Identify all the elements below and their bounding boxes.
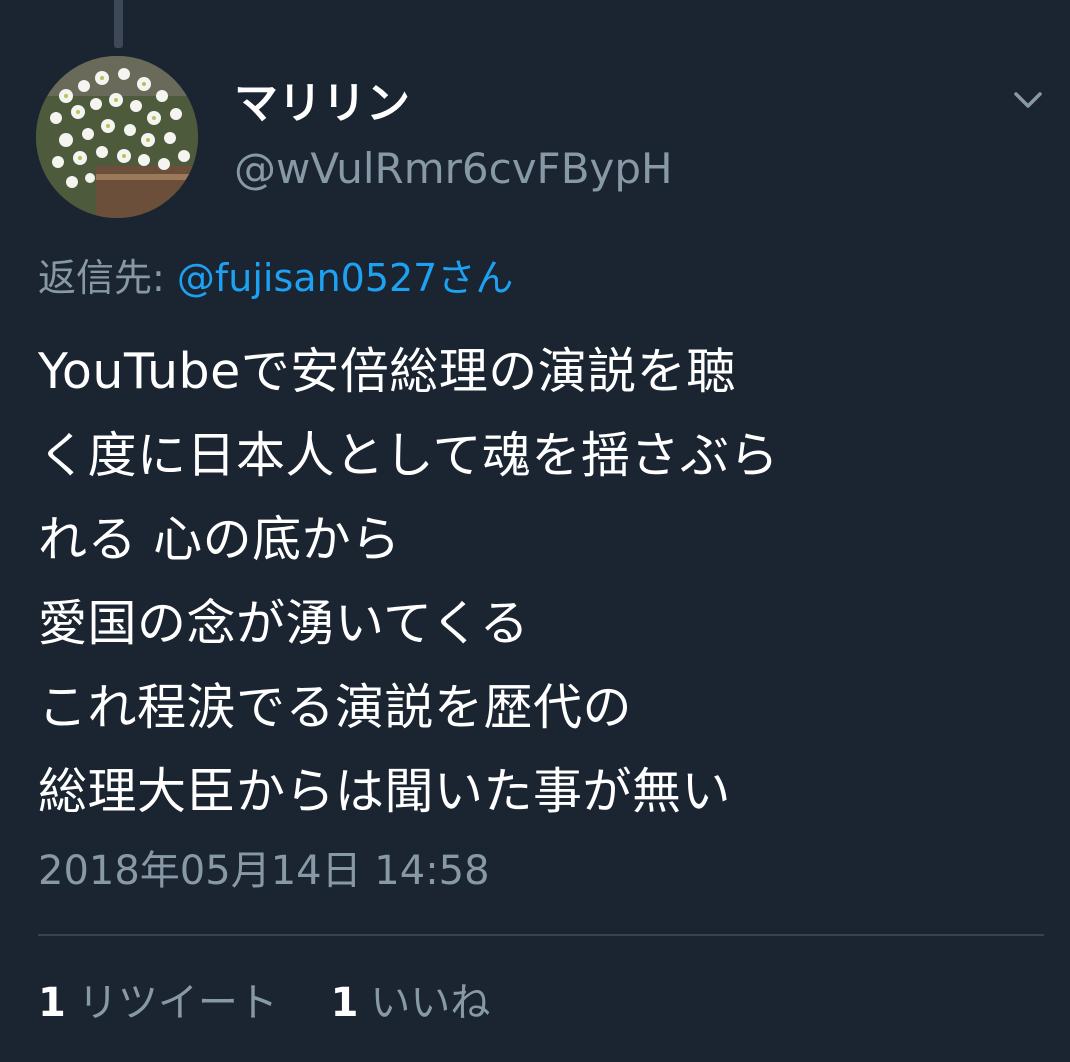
tweet-text: YouTubeで安倍総理の演説を聴 く度に日本人として魂を揺さぶら れる 心の底… bbox=[38, 330, 1038, 834]
avatar-flowers-image bbox=[36, 56, 198, 218]
tweet-text-line: 総理大臣からは聞いた事が無い bbox=[38, 763, 732, 820]
reply-user-link[interactable]: @fujisan0527さん bbox=[177, 256, 513, 300]
retweets-stat[interactable]: 1 リツイート bbox=[38, 975, 278, 1031]
tweet-text-line: く度に日本人として魂を揺さぶら bbox=[38, 427, 780, 484]
engagement-stats: 1 リツイート 1 いいね bbox=[38, 975, 530, 1031]
reply-context: 返信先: @fujisan0527さん bbox=[38, 250, 513, 306]
avatar[interactable] bbox=[36, 56, 198, 218]
divider bbox=[38, 934, 1044, 936]
like-count: 1 bbox=[330, 980, 359, 1026]
tweet-text-line: YouTubeで安倍総理の演説を聴 bbox=[38, 343, 736, 400]
tweet-text-line: れる 心の底から bbox=[38, 511, 401, 568]
display-name[interactable]: マリリン bbox=[234, 76, 410, 132]
reply-label: 返信先: bbox=[38, 256, 165, 300]
chevron-down-icon[interactable] bbox=[1006, 78, 1050, 122]
retweet-label: リツイート bbox=[77, 980, 278, 1026]
likes-stat[interactable]: 1 いいね bbox=[331, 975, 491, 1031]
thread-connector-line bbox=[114, 0, 123, 48]
like-label: いいね bbox=[370, 980, 491, 1026]
tweet-text-line: 愛国の念が湧いてくる bbox=[38, 595, 530, 652]
user-handle[interactable]: @wVulRmr6cvFBypH bbox=[234, 142, 673, 196]
tweet-timestamp[interactable]: 2018年05月14日 14:58 bbox=[38, 843, 490, 899]
tweet-text-line: これ程涙でる演説を歴代の bbox=[38, 679, 633, 736]
retweet-count: 1 bbox=[38, 980, 66, 1026]
